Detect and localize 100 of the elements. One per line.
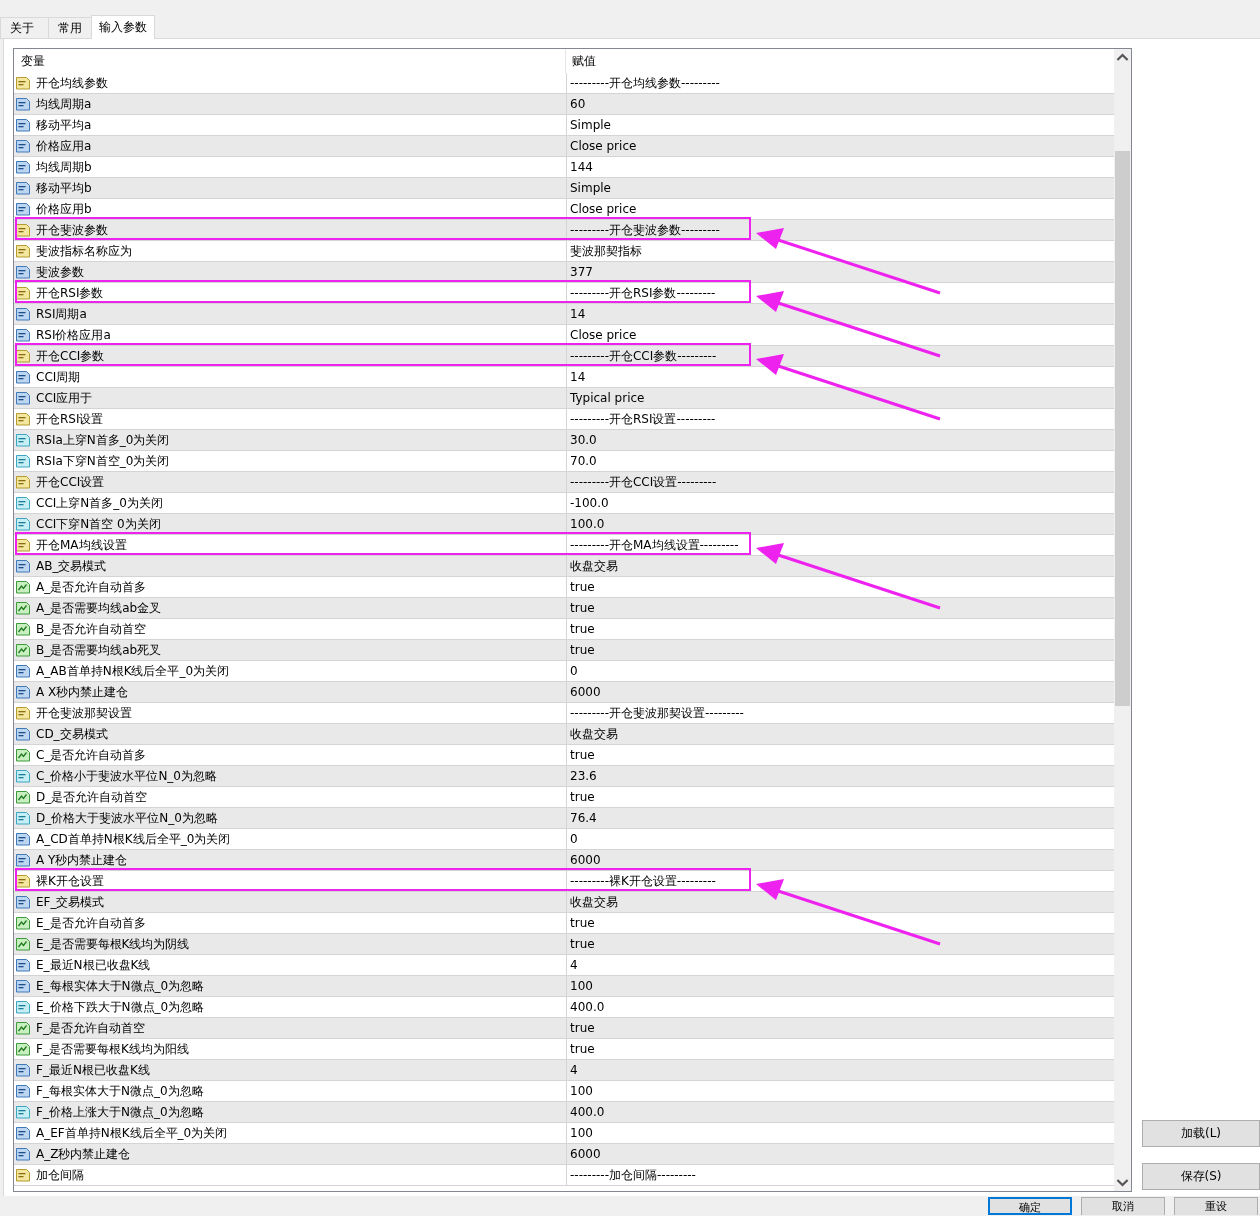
- dialog-button[interactable]: 取消: [1081, 1197, 1165, 1215]
- table-row[interactable]: A_EF首单持N根K线后全平_0为关闭 100: [14, 1123, 1114, 1144]
- table-row[interactable]: E_价格下跌大于N微点_0为忽略 400.0: [14, 997, 1114, 1018]
- table-row[interactable]: E_每根实体大于N微点_0为忽略 100: [14, 976, 1114, 997]
- document-icon: [15, 810, 31, 826]
- table-row[interactable]: A_Z秒内禁止建仓 6000: [14, 1144, 1114, 1165]
- parameter-name: E_是否需要每根K线均为阴线: [36, 936, 190, 953]
- table-row[interactable]: C_价格小于斐波水平位N_0为忽略 23.6: [14, 766, 1114, 787]
- table-row[interactable]: 价格应用b Close price: [14, 199, 1114, 220]
- parameter-value: 收盘交易: [570, 726, 618, 743]
- parameter-value: 400.0: [570, 1104, 605, 1121]
- table-row[interactable]: 开仓斐波那契设置 ---------开仓斐波那契设置---------: [14, 703, 1114, 724]
- document-icon: [15, 1167, 31, 1183]
- table-row[interactable]: A_AB首单持N根K线后全平_0为关闭 0: [14, 661, 1114, 682]
- table-row[interactable]: E_是否需要每根K线均为阴线 true: [14, 934, 1114, 955]
- table-row[interactable]: 裸K开仓设置 ---------裸K开仓设置---------: [14, 871, 1114, 892]
- table-row[interactable]: A Y秒内禁止建仓 6000: [14, 850, 1114, 871]
- scroll-thumb[interactable]: [1115, 151, 1130, 706]
- table-row[interactable]: 加仓间隔 ---------加仓间隔---------: [14, 1165, 1114, 1186]
- parameter-value: Simple: [570, 180, 611, 197]
- table-row[interactable]: 开仓均线参数 ---------开仓均线参数---------: [14, 73, 1114, 94]
- table-row[interactable]: 价格应用a Close price: [14, 136, 1114, 157]
- table-row[interactable]: F_最近N根已收盘K线 4: [14, 1060, 1114, 1081]
- table-row[interactable]: F_是否需要每根K线均为阳线 true: [14, 1039, 1114, 1060]
- table-row[interactable]: RSI价格应用a Close price: [14, 325, 1114, 346]
- parameter-name: CCI下穿N首空 0为关闭: [36, 516, 161, 533]
- table-row[interactable]: CCI周期 14: [14, 367, 1114, 388]
- document-icon: [15, 663, 31, 679]
- parameter-value: ---------开仓RSI参数---------: [570, 285, 716, 302]
- parameter-value: 0: [570, 831, 578, 848]
- table-row[interactable]: CCI下穿N首空 0为关闭 100.0: [14, 514, 1114, 535]
- table-row[interactable]: 开仓RSI参数 ---------开仓RSI参数---------: [14, 283, 1114, 304]
- document-icon: [15, 432, 31, 448]
- table-row[interactable]: 移动平均a Simple: [14, 115, 1114, 136]
- document-icon: [15, 474, 31, 490]
- tab[interactable]: 输入参数: [91, 15, 155, 39]
- dialog-button[interactable]: 确定: [988, 1197, 1072, 1215]
- table-row[interactable]: A_CD首单持N根K线后全平_0为关闭 0: [14, 829, 1114, 850]
- scrollbar[interactable]: [1114, 49, 1131, 1191]
- table-row[interactable]: 开仓RSI设置 ---------开仓RSI设置---------: [14, 409, 1114, 430]
- table-row[interactable]: 开仓CCI参数 ---------开仓CCI参数---------: [14, 346, 1114, 367]
- table-row[interactable]: E_最近N根已收盘K线 4: [14, 955, 1114, 976]
- table-row[interactable]: RSIa下穿N首空_0为关闭 70.0: [14, 451, 1114, 472]
- table-row[interactable]: EF_交易模式 收盘交易: [14, 892, 1114, 913]
- tab[interactable]: 关于: [0, 17, 49, 38]
- table-row[interactable]: F_是否允许自动首空 true: [14, 1018, 1114, 1039]
- document-icon: [15, 1083, 31, 1099]
- parameter-value: 0: [570, 663, 578, 680]
- dialog-button[interactable]: 重设: [1174, 1197, 1258, 1215]
- parameter-name: RSIa上穿N首多_0为关闭: [36, 432, 170, 449]
- parameter-name: 开仓均线参数: [36, 75, 108, 92]
- document-icon: [15, 75, 31, 91]
- document-icon: [15, 1146, 31, 1162]
- parameter-name: A_Z秒内禁止建仓: [36, 1146, 131, 1163]
- table-row[interactable]: D_是否允许自动首空 true: [14, 787, 1114, 808]
- parameter-value: 144: [570, 159, 593, 176]
- table-row[interactable]: A X秒内禁止建仓 6000: [14, 682, 1114, 703]
- table-row[interactable]: E_是否允许自动首多 true: [14, 913, 1114, 934]
- table-row[interactable]: C_是否允许自动首多 true: [14, 745, 1114, 766]
- parameter-name: A_是否需要均线ab金叉: [36, 600, 162, 617]
- table-row[interactable]: B_是否需要均线ab死叉 true: [14, 640, 1114, 661]
- parameter-name: B_是否允许自动首空: [36, 621, 147, 638]
- parameter-value: 6000: [570, 852, 601, 869]
- table-row[interactable]: 开仓MA均线设置 ---------开仓MA均线设置---------: [14, 535, 1114, 556]
- document-icon: [15, 306, 31, 322]
- parameter-value: Close price: [570, 138, 637, 155]
- document-icon: [15, 558, 31, 574]
- parameter-name: C_价格小于斐波水平位N_0为忽略: [36, 768, 217, 785]
- parameter-value: true: [570, 747, 595, 764]
- document-icon: [15, 957, 31, 973]
- table-row[interactable]: 斐波参数 377: [14, 262, 1114, 283]
- table-row[interactable]: 均线周期a 60: [14, 94, 1114, 115]
- table-row[interactable]: A_是否允许自动首多 true: [14, 577, 1114, 598]
- side-button[interactable]: 保存(S): [1142, 1163, 1260, 1190]
- parameter-value: 377: [570, 264, 593, 281]
- table-row[interactable]: CCI上穿N首多_0为关闭 -100.0: [14, 493, 1114, 514]
- table-row[interactable]: 移动平均b Simple: [14, 178, 1114, 199]
- table-row[interactable]: A_是否需要均线ab金叉 true: [14, 598, 1114, 619]
- table-row[interactable]: RSI周期a 14: [14, 304, 1114, 325]
- table-row[interactable]: RSIa上穿N首多_0为关闭 30.0: [14, 430, 1114, 451]
- parameter-name: B_是否需要均线ab死叉: [36, 642, 162, 659]
- column-header[interactable]: 变量: [14, 49, 565, 73]
- table-row[interactable]: 斐波指标名称应为 斐波那契指标: [14, 241, 1114, 262]
- table-row[interactable]: CD_交易模式 收盘交易: [14, 724, 1114, 745]
- table-row[interactable]: 开仓CCI设置 ---------开仓CCI设置---------: [14, 472, 1114, 493]
- table-row[interactable]: F_价格上涨大于N微点_0为忽略 400.0: [14, 1102, 1114, 1123]
- table-row[interactable]: CCI应用于 Typical price: [14, 388, 1114, 409]
- parameter-name: A X秒内禁止建仓: [36, 684, 129, 701]
- table-row[interactable]: D_价格大于斐波水平位N_0为忽略 76.4: [14, 808, 1114, 829]
- side-button[interactable]: 加载(L): [1142, 1120, 1260, 1147]
- table-row[interactable]: AB_交易模式 收盘交易: [14, 556, 1114, 577]
- boolean-icon: [15, 642, 31, 658]
- boolean-icon: [15, 579, 31, 595]
- document-icon: [15, 243, 31, 259]
- table-row[interactable]: 开仓斐波参数 ---------开仓斐波参数---------: [14, 220, 1114, 241]
- table-row[interactable]: B_是否允许自动首空 true: [14, 619, 1114, 640]
- parameter-value: ---------开仓斐波那契设置---------: [570, 705, 744, 722]
- table-row[interactable]: 均线周期b 144: [14, 157, 1114, 178]
- table-row[interactable]: F_每根实体大于N微点_0为忽略 100: [14, 1081, 1114, 1102]
- document-icon: [15, 327, 31, 343]
